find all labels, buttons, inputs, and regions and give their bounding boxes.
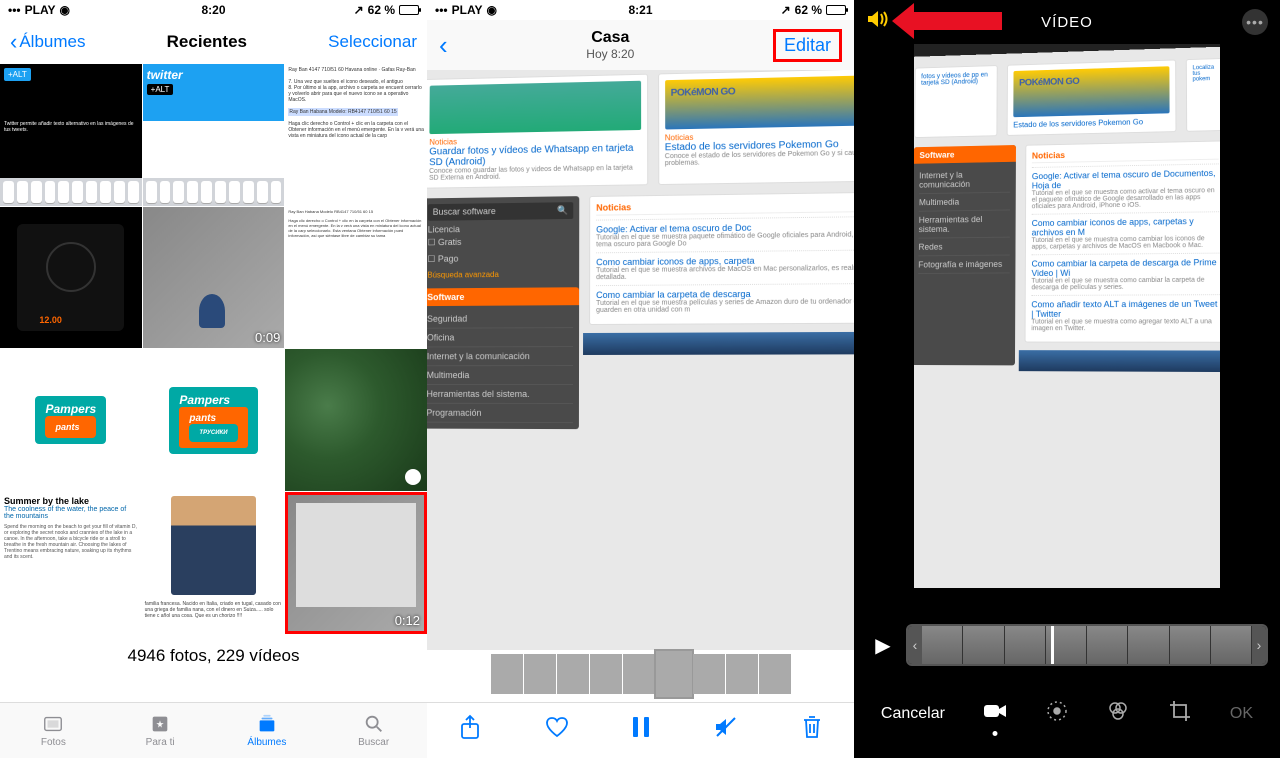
tab-parati[interactable]: Para ti: [107, 703, 214, 758]
tab-bar: Fotos Para ti Álbumes Buscar: [0, 702, 427, 758]
tab-buscar[interactable]: Buscar: [320, 703, 427, 758]
play-icon[interactable]: ▶: [866, 633, 900, 658]
more-icon[interactable]: •••: [1242, 9, 1268, 35]
adjust-icon[interactable]: [1045, 699, 1069, 729]
photo-thumb[interactable]: Ray Ban Habana Modelo RB4147 710/51 60 1…: [285, 207, 427, 349]
photo-thumb[interactable]: twitter +ALT qwertyuiop: [143, 64, 285, 206]
video-thumb-selected[interactable]: 0:12: [285, 492, 427, 634]
trim-handle-left[interactable]: ‹: [908, 626, 922, 664]
detail-subtitle: Hoy 8:20: [586, 47, 634, 61]
nav-bar: ‹Álbumes Recientes Seleccionar: [0, 20, 427, 64]
detail-title: Casa: [586, 29, 634, 47]
tab-albumes[interactable]: Álbumes: [214, 703, 321, 758]
video-thumb[interactable]: 0:09: [143, 207, 285, 349]
playhead[interactable]: [1051, 624, 1054, 666]
page-title: Recientes: [167, 32, 247, 52]
back-button[interactable]: ‹: [439, 30, 448, 61]
share-icon[interactable]: [458, 714, 482, 747]
trash-icon[interactable]: [801, 714, 823, 747]
annotation-arrow: [892, 6, 1002, 36]
photo-grid: +ALT Twitter permite añadir texto altern…: [0, 64, 427, 634]
speaker-icon[interactable]: [866, 9, 890, 35]
cancel-button[interactable]: Cancelar: [881, 705, 945, 723]
tab-fotos[interactable]: Fotos: [0, 703, 107, 758]
editor-toolbar: Cancelar OK: [854, 690, 1280, 738]
pause-icon[interactable]: [631, 715, 651, 746]
photo-detail-panel: •••PLAY◉ 8:21 ↗62 % ‹ Casa Hoy 8:20 Edit…: [427, 0, 854, 758]
mute-icon[interactable]: [713, 715, 739, 746]
heart-icon[interactable]: [544, 715, 570, 746]
photo-thumb[interactable]: Ray Ban 4147 710/51 60 Havana online · G…: [285, 64, 427, 206]
photos-app-panel: •••PLAY◉ 8:20 ↗62 % ‹Álbumes Recientes S…: [0, 0, 427, 758]
status-bar: •••PLAY◉ 8:20 ↗62 %: [0, 0, 427, 20]
select-button[interactable]: Seleccionar: [328, 32, 417, 52]
trim-frames[interactable]: [922, 626, 1252, 664]
video-editor-panel: VÍDEO ••• fotos y vídeos de pp en tarjet…: [854, 0, 1280, 758]
trim-handle-right[interactable]: ›: [1252, 626, 1266, 664]
edit-button[interactable]: Editar: [773, 29, 842, 62]
back-button[interactable]: ‹Álbumes: [10, 29, 85, 55]
photo-thumb[interactable]: +ALT Twitter permite añadir texto altern…: [0, 64, 142, 206]
status-bar: •••PLAY◉ 8:21 ↗62 %: [427, 0, 854, 20]
detail-toolbar: [427, 702, 854, 758]
nav-bar: ‹ Casa Hoy 8:20 Editar: [427, 20, 854, 70]
photo-thumb[interactable]: 12.00: [0, 207, 142, 349]
photo-thumb[interactable]: Pamperspants: [0, 349, 142, 491]
photo-thumb[interactable]: [285, 349, 427, 491]
photo-thumb[interactable]: PamperspantsТРУСИКИ: [143, 349, 285, 491]
filters-icon[interactable]: [1106, 699, 1130, 729]
trim-control[interactable]: ▶ ‹ ›: [866, 620, 1268, 670]
video-mode-icon[interactable]: [983, 702, 1007, 726]
video-canvas[interactable]: fotos y vídeos de pp en tarjeta SD (Andr…: [914, 44, 1220, 588]
editor-title: VÍDEO: [1041, 14, 1093, 31]
library-counts: 4946 fotos, 229 vídeos: [0, 634, 427, 678]
crop-icon[interactable]: [1168, 699, 1192, 729]
photo-thumb[interactable]: Summer by the lake The coolness of the w…: [0, 492, 142, 634]
ok-button[interactable]: OK: [1230, 705, 1253, 723]
video-preview[interactable]: Noticias Guardar fotos y vídeos de Whats…: [427, 70, 854, 660]
thumbnail-strip[interactable]: [427, 650, 854, 698]
photo-thumb[interactable]: familia francesa. Nacido en Italia, cria…: [143, 492, 285, 634]
